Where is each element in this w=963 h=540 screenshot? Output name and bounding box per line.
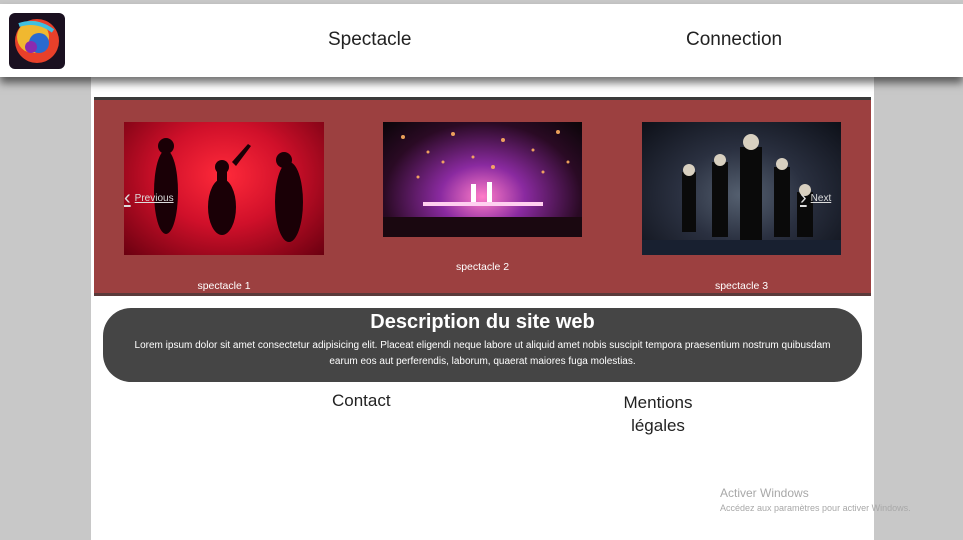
site-description: Description du site web Lorem ipsum dolo… [103,308,862,382]
spectacle-carousel: spectacle 1 spectacle 2 spectacle 3 ‹ Pr… [94,97,871,296]
slide-caption-3: spectacle 3 [714,280,769,292]
nav-connection[interactable]: Connection [686,29,782,51]
slide-caption-2: spectacle 2 [455,261,510,273]
carousel-slide-2[interactable]: spectacle 2 [383,122,582,282]
carousel-next-button[interactable]: › Next [800,188,831,208]
carousel-previous-button[interactable]: ‹ Previous [124,188,174,208]
watermark-title: Activer Windows [720,486,809,500]
watermark-subtitle: Accédez aux paramètres pour activer Wind… [720,503,911,513]
description-title: Description du site web [370,311,595,333]
footer-mentions-legales-link[interactable]: Mentions légales [613,391,703,437]
slide-caption-1: spectacle 1 [197,280,251,292]
site-header: Spectacle Connection [0,4,963,77]
main-content: spectacle 1 spectacle 2 spectacle 3 ‹ Pr… [91,77,874,540]
footer-contact-link[interactable]: Contact [332,391,391,411]
site-logo[interactable] [9,13,65,69]
windows-activation-watermark: Activer Windows Accédez aux paramètres p… [720,486,911,513]
chevron-right-icon: › [800,187,807,209]
chevron-left-icon: ‹ [124,187,131,209]
nav-spectacle[interactable]: Spectacle [328,29,411,51]
slide-image-2 [383,122,582,237]
carousel-previous-label: Previous [134,192,174,204]
description-text: Lorem ipsum dolor sit amet consectetur a… [134,340,831,367]
carousel-next-label: Next [810,192,832,204]
